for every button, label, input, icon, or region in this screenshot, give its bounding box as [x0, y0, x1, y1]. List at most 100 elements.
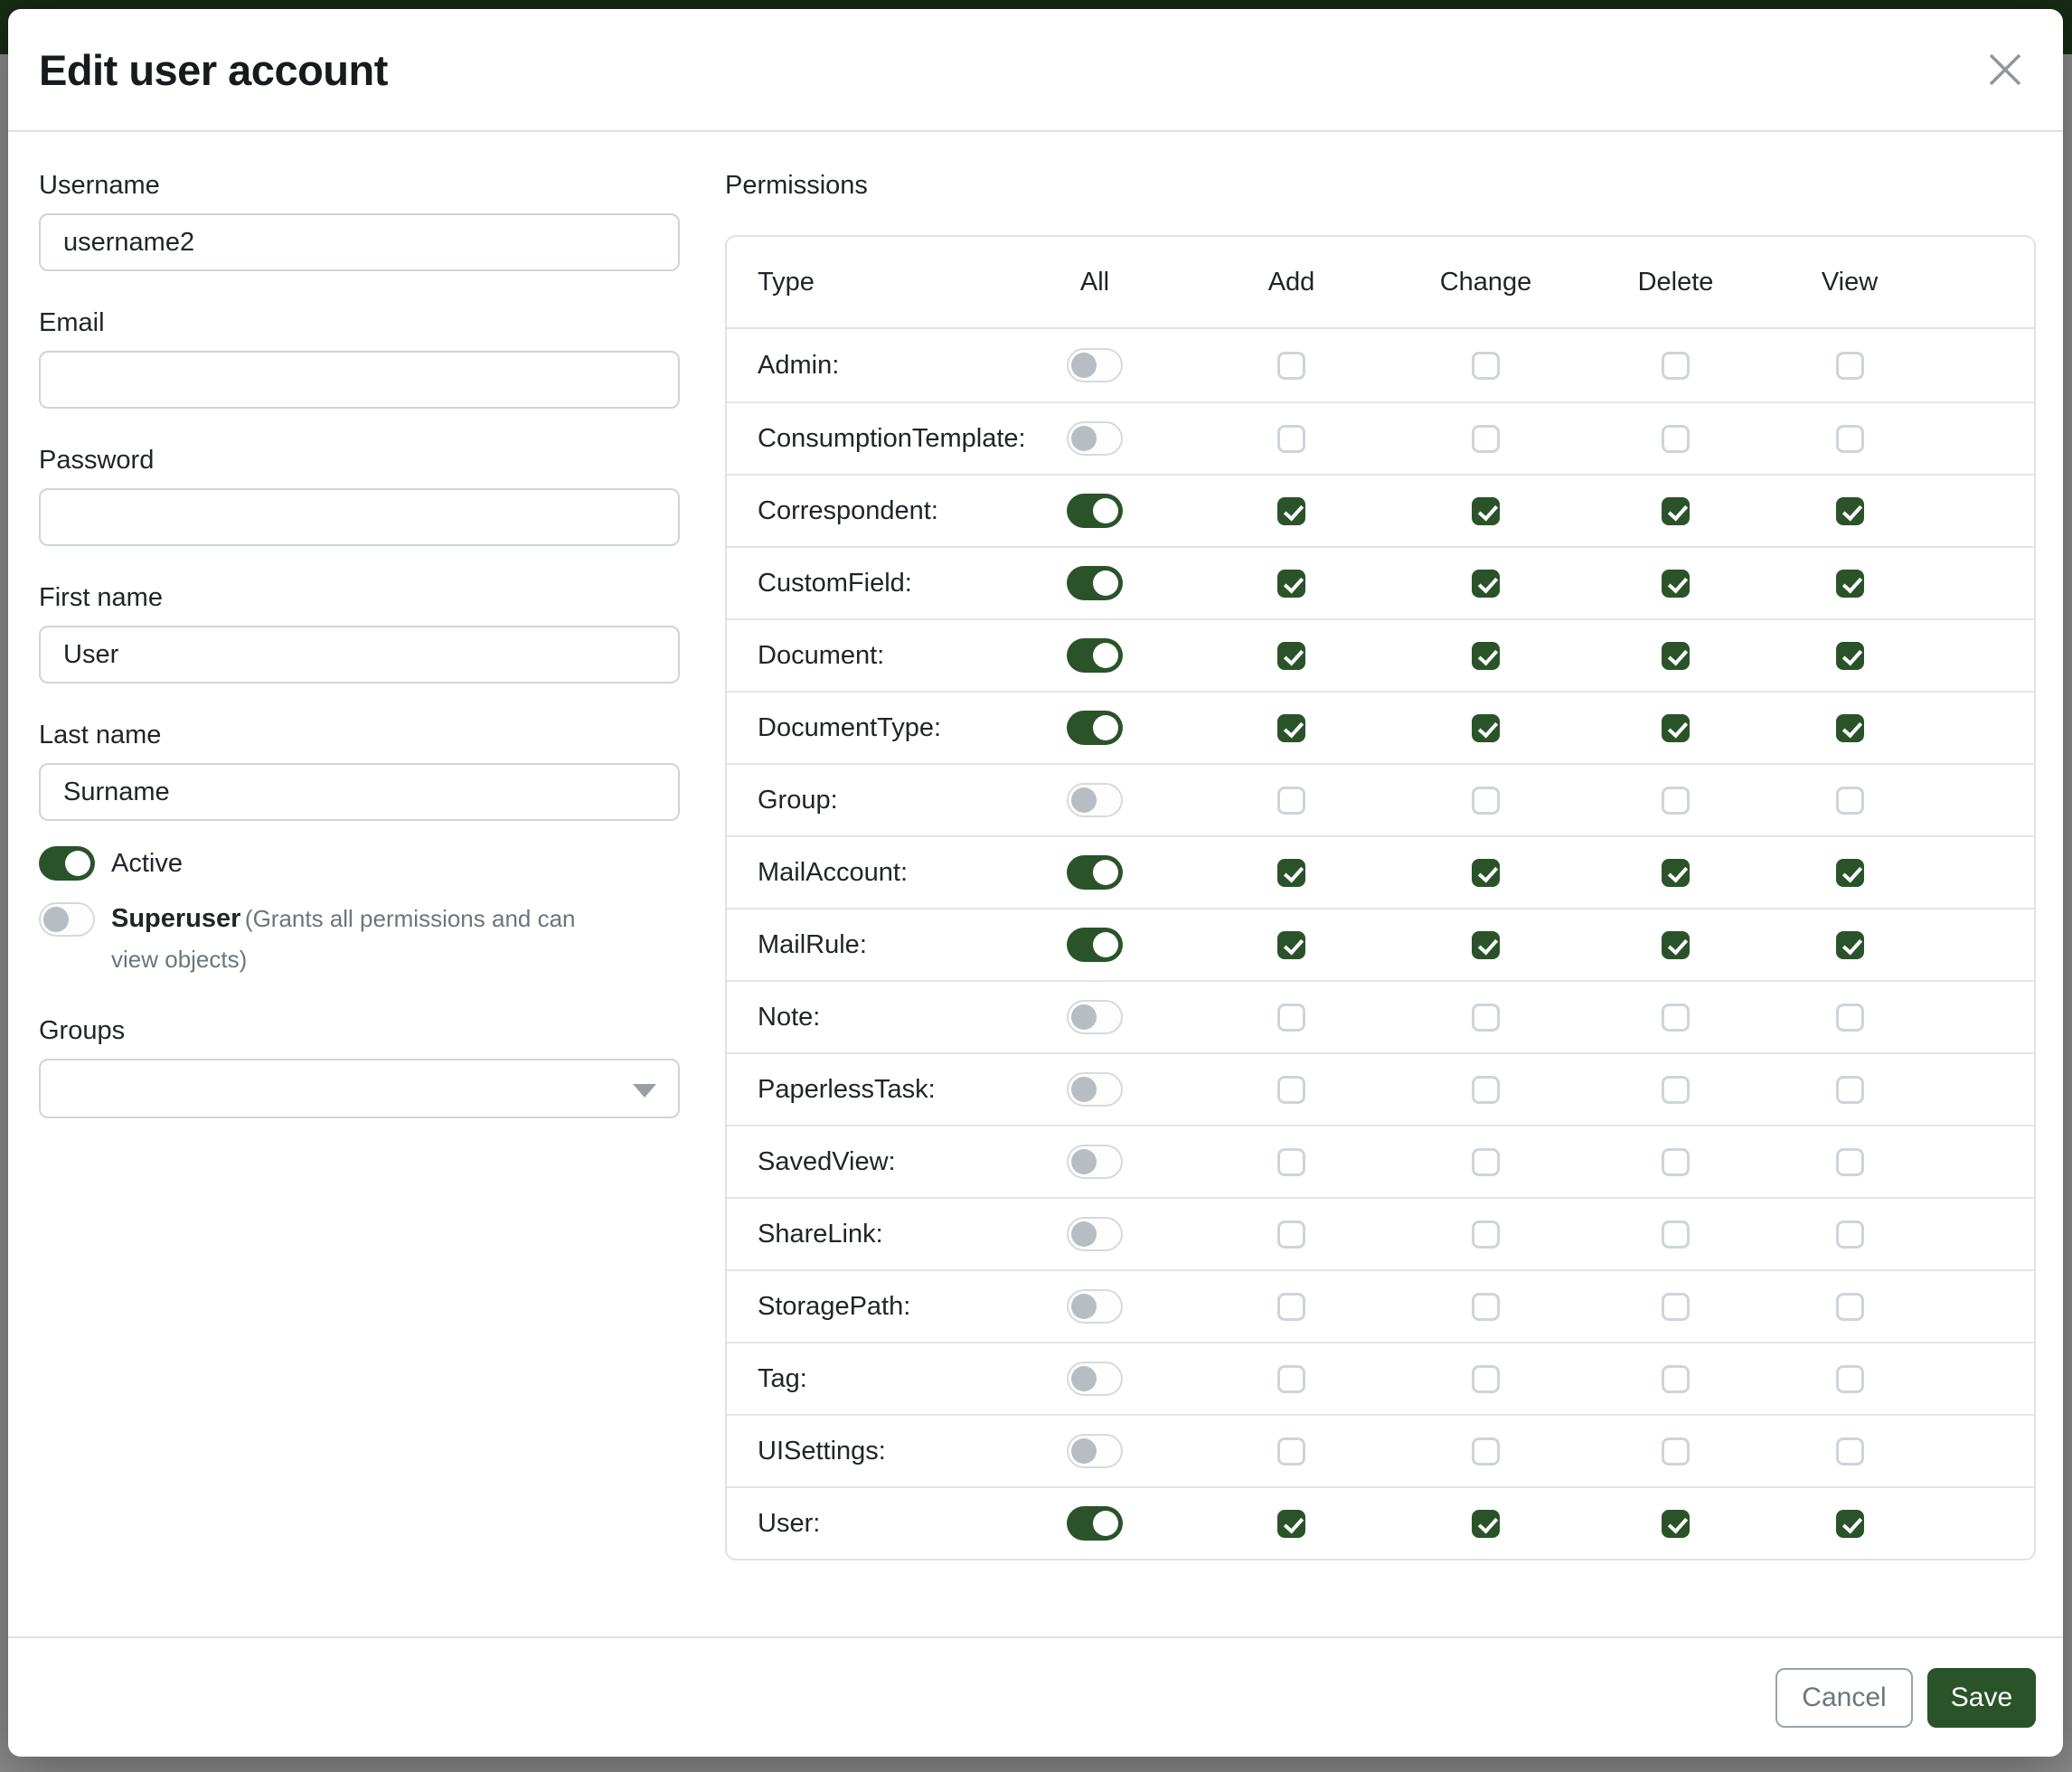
permission-view-checkbox[interactable]	[1836, 352, 1864, 380]
permission-delete-checkbox[interactable]	[1662, 1365, 1690, 1393]
permission-view-checkbox[interactable]	[1836, 1510, 1864, 1538]
cancel-button[interactable]: Cancel	[1775, 1668, 1913, 1728]
permission-view-checkbox[interactable]	[1836, 1293, 1864, 1321]
permission-add-checkbox[interactable]	[1277, 1510, 1305, 1538]
permission-add-checkbox[interactable]	[1277, 1221, 1305, 1249]
permission-add-checkbox[interactable]	[1277, 352, 1305, 380]
password-label: Password	[39, 446, 680, 476]
permission-change-checkbox[interactable]	[1472, 1437, 1500, 1466]
permission-change-checkbox[interactable]	[1472, 859, 1500, 887]
first-name-input[interactable]	[39, 626, 680, 683]
permission-delete-checkbox[interactable]	[1662, 714, 1690, 742]
permission-view-checkbox[interactable]	[1836, 1437, 1864, 1466]
permission-change-checkbox[interactable]	[1472, 714, 1500, 742]
permission-delete-checkbox[interactable]	[1662, 1293, 1690, 1321]
groups-field-group: Groups	[39, 1016, 680, 1118]
permission-add-checkbox[interactable]	[1277, 570, 1305, 598]
permission-all-toggle[interactable]	[1067, 1000, 1123, 1034]
permission-all-toggle[interactable]	[1067, 494, 1123, 528]
permission-all-toggle[interactable]	[1067, 855, 1123, 890]
permission-delete-checkbox[interactable]	[1662, 497, 1690, 525]
permissions-table: Type All Add Change Delete View Admin: C…	[725, 235, 2036, 1560]
permission-change-checkbox[interactable]	[1472, 1076, 1500, 1104]
permission-delete-checkbox[interactable]	[1662, 1510, 1690, 1538]
permission-change-checkbox[interactable]	[1472, 931, 1500, 959]
permission-delete-checkbox[interactable]	[1662, 931, 1690, 959]
permission-change-checkbox[interactable]	[1472, 787, 1500, 815]
permission-delete-checkbox[interactable]	[1662, 1004, 1690, 1032]
permission-add-checkbox[interactable]	[1277, 714, 1305, 742]
permission-add-checkbox[interactable]	[1277, 1004, 1305, 1032]
permission-delete-checkbox[interactable]	[1662, 425, 1690, 453]
permission-all-toggle[interactable]	[1067, 1217, 1123, 1251]
permission-view-checkbox[interactable]	[1836, 1076, 1864, 1104]
close-button[interactable]	[1983, 48, 2027, 91]
permission-change-checkbox[interactable]	[1472, 1293, 1500, 1321]
permission-add-checkbox[interactable]	[1277, 1293, 1305, 1321]
permission-add-checkbox[interactable]	[1277, 787, 1305, 815]
save-button[interactable]: Save	[1927, 1668, 2036, 1728]
permission-view-checkbox[interactable]	[1836, 859, 1864, 887]
permission-view-checkbox[interactable]	[1836, 425, 1864, 453]
permission-all-toggle[interactable]	[1067, 638, 1123, 673]
permission-change-checkbox[interactable]	[1472, 1004, 1500, 1032]
groups-select[interactable]	[39, 1059, 680, 1118]
permission-change-checkbox[interactable]	[1472, 1148, 1500, 1176]
permission-delete-checkbox[interactable]	[1662, 570, 1690, 598]
permission-change-checkbox[interactable]	[1472, 352, 1500, 380]
permission-all-toggle[interactable]	[1067, 1289, 1123, 1324]
permission-all-toggle[interactable]	[1067, 1506, 1123, 1541]
email-input[interactable]	[39, 351, 680, 409]
permission-change-checkbox[interactable]	[1472, 425, 1500, 453]
permission-delete-checkbox[interactable]	[1662, 787, 1690, 815]
permission-delete-checkbox[interactable]	[1662, 859, 1690, 887]
permission-change-checkbox[interactable]	[1472, 1365, 1500, 1393]
permission-add-checkbox[interactable]	[1277, 497, 1305, 525]
permission-change-checkbox[interactable]	[1472, 497, 1500, 525]
permission-view-checkbox[interactable]	[1836, 931, 1864, 959]
permission-view-checkbox[interactable]	[1836, 787, 1864, 815]
permission-change-checkbox[interactable]	[1472, 1510, 1500, 1538]
permission-change-checkbox[interactable]	[1472, 1221, 1500, 1249]
password-input[interactable]	[39, 488, 680, 546]
permission-all-toggle[interactable]	[1067, 928, 1123, 962]
permission-view-checkbox[interactable]	[1836, 1365, 1864, 1393]
permission-add-checkbox[interactable]	[1277, 1076, 1305, 1104]
permission-delete-checkbox[interactable]	[1662, 1221, 1690, 1249]
permission-add-checkbox[interactable]	[1277, 1365, 1305, 1393]
permission-add-checkbox[interactable]	[1277, 859, 1305, 887]
permission-delete-checkbox[interactable]	[1662, 352, 1690, 380]
permission-delete-checkbox[interactable]	[1662, 642, 1690, 670]
permission-all-toggle[interactable]	[1067, 1362, 1123, 1396]
permission-add-checkbox[interactable]	[1277, 931, 1305, 959]
permission-view-checkbox[interactable]	[1836, 1148, 1864, 1176]
permission-view-checkbox[interactable]	[1836, 714, 1864, 742]
permission-view-checkbox[interactable]	[1836, 642, 1864, 670]
permission-type-label: MailRule:	[727, 930, 867, 960]
permission-delete-checkbox[interactable]	[1662, 1437, 1690, 1466]
permission-all-toggle[interactable]	[1067, 1145, 1123, 1179]
permission-change-checkbox[interactable]	[1472, 570, 1500, 598]
username-input[interactable]	[39, 213, 680, 271]
permission-delete-checkbox[interactable]	[1662, 1076, 1690, 1104]
permission-view-checkbox[interactable]	[1836, 497, 1864, 525]
permission-view-checkbox[interactable]	[1836, 1004, 1864, 1032]
permission-all-toggle[interactable]	[1067, 566, 1123, 600]
permission-all-toggle[interactable]	[1067, 348, 1123, 382]
permission-view-checkbox[interactable]	[1836, 1221, 1864, 1249]
permission-view-checkbox[interactable]	[1836, 570, 1864, 598]
permission-add-checkbox[interactable]	[1277, 1148, 1305, 1176]
permission-all-toggle[interactable]	[1067, 1072, 1123, 1107]
permission-all-toggle[interactable]	[1067, 1434, 1123, 1468]
permission-all-toggle[interactable]	[1067, 783, 1123, 817]
active-toggle[interactable]	[39, 846, 95, 881]
permission-change-checkbox[interactable]	[1472, 642, 1500, 670]
permission-all-toggle[interactable]	[1067, 421, 1123, 456]
superuser-toggle[interactable]	[39, 902, 95, 937]
permission-all-toggle[interactable]	[1067, 711, 1123, 745]
permission-add-checkbox[interactable]	[1277, 1437, 1305, 1466]
permission-add-checkbox[interactable]	[1277, 425, 1305, 453]
last-name-input[interactable]	[39, 763, 680, 821]
permission-delete-checkbox[interactable]	[1662, 1148, 1690, 1176]
permission-add-checkbox[interactable]	[1277, 642, 1305, 670]
